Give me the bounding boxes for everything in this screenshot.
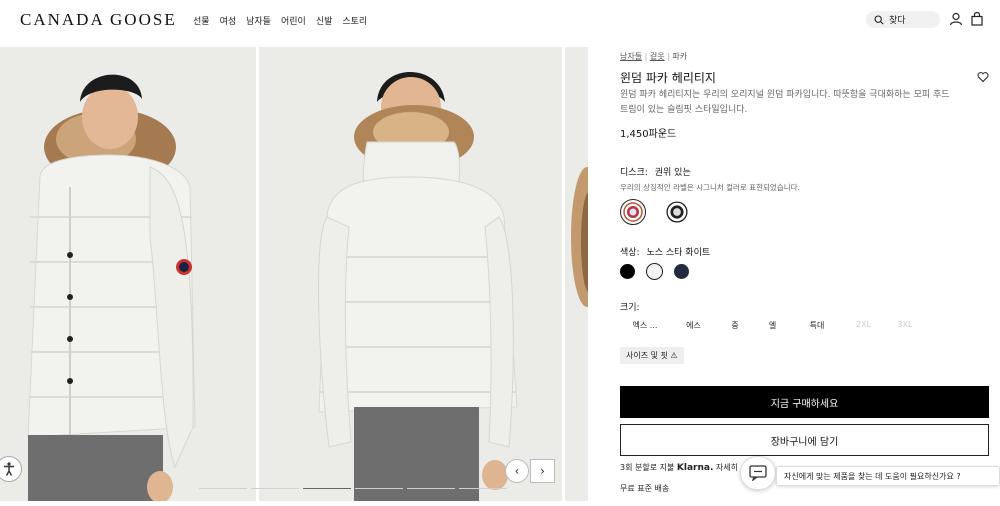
chat-icon <box>749 465 767 481</box>
breadcrumb-parka[interactable]: 파카 <box>672 52 687 61</box>
breadcrumb: 남자들 | 겉옷 | 파카 <box>620 52 688 61</box>
color-value: 노스 스타 화이트 <box>646 248 711 258</box>
accessibility-icon <box>4 462 14 476</box>
disc-option-black[interactable] <box>664 199 690 225</box>
gallery-progress-6 <box>459 488 507 489</box>
nav-item-women[interactable]: 여성 <box>220 14 237 27</box>
product-price: 1,450파운드 <box>620 129 677 140</box>
nav-item-kids[interactable]: 어린이 <box>281 14 306 27</box>
size-option-2xl[interactable]: 2XL <box>842 320 885 331</box>
klarna-more-link[interactable]: 자세히 <box>716 463 738 472</box>
color-selector-label: 색상: 노스 스타 화이트 <box>620 245 710 258</box>
back-view-photo <box>259 47 562 501</box>
disc-value: 권위 있는 <box>654 168 691 178</box>
disc-note: 우리의 상징적인 라벨은 시그니처 컬러로 표현되었습니다. <box>620 183 800 192</box>
nav-item-stories[interactable]: 스토리 <box>342 14 367 27</box>
account-icon[interactable] <box>949 12 963 26</box>
product-image-back[interactable] <box>259 47 562 501</box>
color-swatch-black[interactable] <box>620 264 635 279</box>
chevron-right-icon: › <box>540 464 545 478</box>
search-icon <box>874 14 884 25</box>
klarna-info: 3회 분할로 지불 Klarna. 자세히 <box>620 462 738 473</box>
size-options: 엑스 ... 에스 중 엘 특대 2XL 3XL <box>620 320 925 331</box>
klarna-logo: Klarna. <box>676 463 714 473</box>
size-label: 크기: <box>620 303 640 313</box>
size-option-xl[interactable]: 특대 <box>792 320 842 331</box>
gallery-progress-5 <box>407 488 455 489</box>
nav-item-gifts[interactable]: 선물 <box>193 14 210 27</box>
brand-logo[interactable]: CANADA GOOSE <box>20 10 177 30</box>
search-box[interactable]: 찾다 <box>866 11 940 28</box>
product-image-front[interactable] <box>0 47 256 501</box>
klarna-prefix: 3회 분할로 지불 <box>620 463 675 472</box>
gallery-progress-2 <box>251 488 299 489</box>
color-swatch-white[interactable] <box>646 263 663 280</box>
buy-now-button[interactable]: 지금 구매하세요 <box>620 386 989 418</box>
disc-badge-red-icon <box>623 202 643 222</box>
main-nav: 선물 여성 남자들 어린이 신발 스토리 <box>193 14 367 27</box>
breadcrumb-outerwear[interactable]: 겉옷 <box>650 52 665 61</box>
heart-icon[interactable] <box>977 71 989 83</box>
breadcrumb-men[interactable]: 남자들 <box>620 52 642 61</box>
product-image-detail[interactable] <box>565 47 588 501</box>
size-option-l[interactable]: 엘 <box>753 320 792 331</box>
gallery-progress-3 <box>303 488 351 489</box>
size-option-xs[interactable]: 엑스 ... <box>620 320 670 331</box>
gallery-progress-1 <box>199 488 247 489</box>
product-title: 윈덤 파카 헤리티지 <box>620 71 716 85</box>
site-header: CANADA GOOSE 선물 여성 남자들 어린이 신발 스토리 찾다 <box>0 0 1000 42</box>
product-description: 윈덤 파카 헤리티지는 우리의 오리지널 윈덤 파카입니다. 따뜻함을 극대화하… <box>620 90 950 115</box>
disc-selector-label: 디스크: 권위 있는 <box>620 165 691 178</box>
size-option-3xl[interactable]: 3XL <box>885 320 925 331</box>
size-fit-button[interactable]: 사이즈 및 핏 ⚠ <box>620 347 684 364</box>
size-option-s[interactable]: 에스 <box>670 320 717 331</box>
fur-hood-detail-photo <box>565 47 588 501</box>
bag-icon[interactable] <box>970 12 984 26</box>
disc-option-authority[interactable] <box>620 199 646 225</box>
color-swatch-navy[interactable] <box>674 264 689 279</box>
chevron-left-icon: ‹ <box>514 464 520 478</box>
disc-label: 디스크: <box>620 168 648 178</box>
gallery-next-button[interactable]: › <box>530 459 555 483</box>
gallery-prev-button[interactable]: ‹ <box>505 459 529 483</box>
search-label: 찾다 <box>889 16 906 26</box>
chat-prompt[interactable]: 자신에게 맞는 제품을 찾는 데 도움이 필요하신가요 ? <box>776 466 1000 486</box>
disc-badge-black-icon <box>666 201 688 223</box>
nav-item-footwear[interactable]: 신발 <box>316 14 333 27</box>
color-label: 색상: <box>620 248 640 258</box>
front-view-photo <box>0 47 256 501</box>
nav-item-men[interactable]: 남자들 <box>246 14 271 27</box>
size-option-m[interactable]: 중 <box>717 320 753 331</box>
gallery-progress-4 <box>355 488 403 489</box>
shipping-info: 무료 표준 배송 <box>620 484 670 493</box>
chat-button[interactable] <box>740 456 776 490</box>
add-to-cart-button[interactable]: 장바구니에 담기 <box>620 424 989 456</box>
